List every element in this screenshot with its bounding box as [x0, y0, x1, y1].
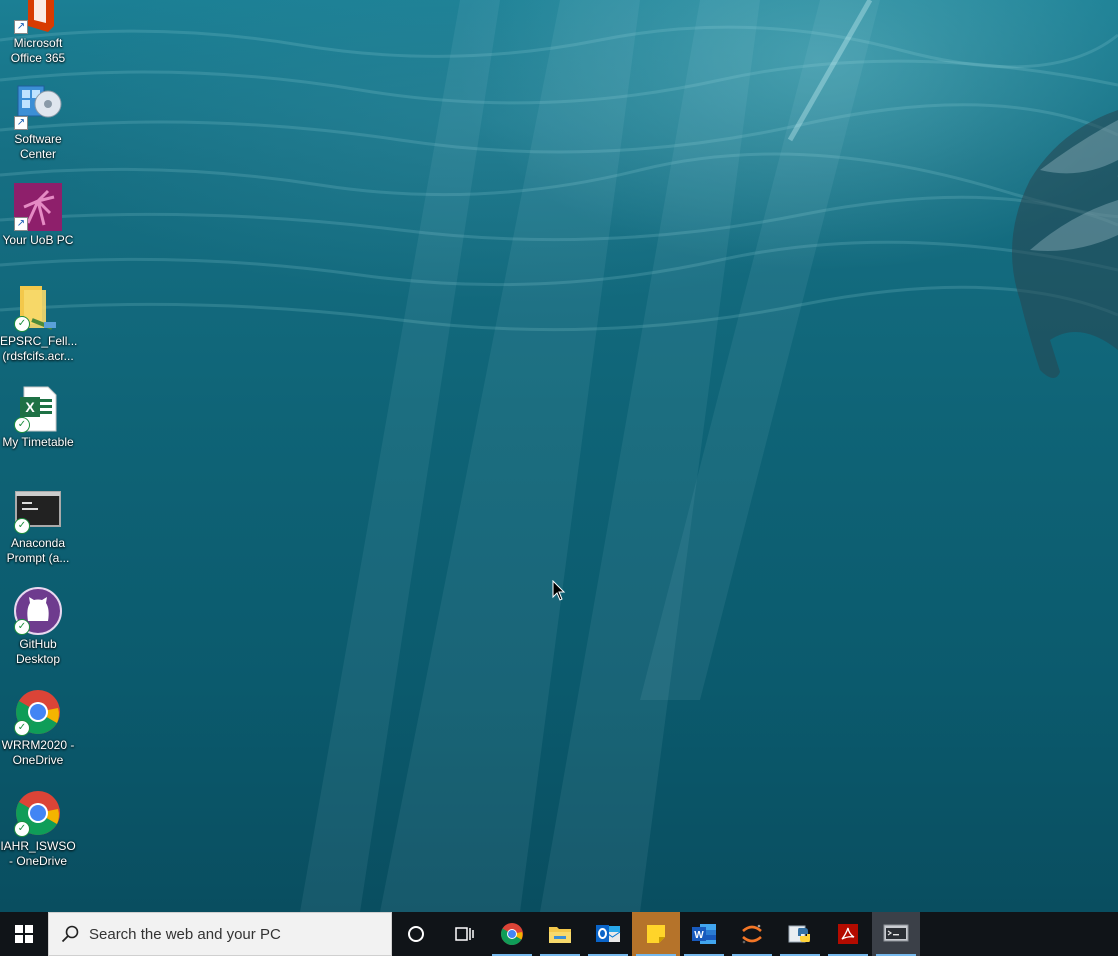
taskbar-file-explorer[interactable] — [536, 912, 584, 956]
windows-logo-icon — [15, 925, 33, 943]
underwater-wallpaper — [0, 0, 1118, 912]
shortcut-arrow-icon: ↗ — [14, 20, 28, 34]
desktop-icon-your-uob-pc[interactable]: ↗ Your UoB PC — [0, 183, 76, 248]
synced-check-icon: ✓ — [14, 619, 30, 635]
desktop-icon-label: Software Center — [14, 132, 62, 161]
desktop-icon-software-center[interactable]: ↗ Software Center — [0, 82, 76, 162]
desktop-icon-my-timetable[interactable]: X ✓ My Timetable — [0, 385, 76, 450]
taskbar-outlook[interactable] — [584, 912, 632, 956]
synced-check-icon: ✓ — [14, 518, 30, 534]
task-view-icon — [455, 927, 474, 941]
taskbar-terminal[interactable] — [872, 912, 920, 956]
desktop-icon-office-365[interactable]: ↗ Microsoft Office 365 — [0, 0, 76, 66]
desktop-icon-label: My Timetable — [2, 435, 74, 449]
sticky-notes-icon — [647, 925, 665, 943]
taskbar-apps: W — [392, 912, 920, 956]
desktop-icon-label: GitHub Desktop — [15, 637, 61, 666]
network-folder-icon: ✓ — [14, 284, 62, 332]
taskbar-acrobat[interactable] — [824, 912, 872, 956]
start-button[interactable] — [0, 912, 48, 956]
shortcut-arrow-icon: ↗ — [14, 116, 28, 130]
desktop-icon-label: Anaconda Prompt (a... — [6, 536, 70, 565]
synced-check-icon: ✓ — [14, 821, 30, 837]
taskbar-search-box[interactable]: Search the web and your PC — [48, 912, 392, 956]
desktop-wallpaper[interactable]: ↗ Microsoft Office 365 ↗ Software Center — [0, 0, 1118, 912]
chrome-icon: ✓ — [14, 789, 62, 837]
office-icon: ↗ — [14, 0, 62, 34]
acrobat-icon — [838, 924, 858, 944]
taskbar-jupyter[interactable] — [728, 912, 776, 956]
search-placeholder: Search the web and your PC — [89, 925, 281, 943]
synced-check-icon: ✓ — [14, 417, 30, 433]
software-center-icon: ↗ — [14, 82, 62, 130]
task-view-button[interactable] — [440, 912, 488, 956]
desktop-icon-label: WRRM2020 - OneDrive — [1, 738, 75, 767]
chrome-icon — [501, 923, 523, 945]
terminal-icon — [883, 924, 909, 942]
desktop-icon-label: Microsoft Office 365 — [10, 36, 66, 65]
desktop-icon-anaconda-prompt[interactable]: ✓ Anaconda Prompt (a... — [0, 486, 76, 566]
taskbar-sticky-notes[interactable] — [632, 912, 680, 956]
taskbar-chrome[interactable] — [488, 912, 536, 956]
terminal-icon: ✓ — [14, 486, 62, 534]
synced-check-icon: ✓ — [14, 720, 30, 736]
cortana-button[interactable] — [392, 912, 440, 956]
cortana-circle-icon — [408, 926, 424, 942]
desktop-icon-label: Your UoB PC — [2, 233, 74, 247]
uob-pc-icon: ↗ — [14, 183, 62, 231]
jupyter-icon — [742, 924, 762, 944]
word-icon: W — [692, 924, 716, 944]
desktop-icon-iahr-iswso-onedrive[interactable]: ✓ IAHR_ISWSO - OneDrive — [0, 789, 76, 869]
search-icon — [61, 925, 79, 943]
taskbar-word[interactable]: W — [680, 912, 728, 956]
desktop-icon-label: EPSRC_Fell... (rdsfcifs.acr... — [0, 334, 78, 363]
outlook-icon — [596, 925, 621, 942]
svg-text:W: W — [694, 930, 704, 941]
excel-file-icon: X ✓ — [14, 385, 62, 433]
mouse-pointer-icon — [552, 580, 566, 601]
chrome-icon: ✓ — [14, 688, 62, 736]
svg-text:X: X — [25, 399, 35, 415]
desktop-icon-github-desktop[interactable]: ✓ GitHub Desktop — [0, 587, 76, 667]
desktop-icon-wrrm2020-onedrive[interactable]: ✓ WRRM2020 - OneDrive — [0, 688, 76, 768]
shortcut-arrow-icon: ↗ — [14, 217, 28, 231]
taskbar-python[interactable] — [776, 912, 824, 956]
python-icon — [788, 925, 810, 943]
folder-icon — [549, 927, 571, 943]
taskbar: Search the web and your PC W — [0, 912, 1118, 956]
github-desktop-icon: ✓ — [14, 587, 62, 635]
desktop-icon-label: IAHR_ISWSO - OneDrive — [0, 839, 76, 868]
desktop-icon-epsrc-folder[interactable]: ✓ EPSRC_Fell... (rdsfcifs.acr... — [0, 284, 78, 364]
synced-check-icon: ✓ — [14, 316, 30, 332]
